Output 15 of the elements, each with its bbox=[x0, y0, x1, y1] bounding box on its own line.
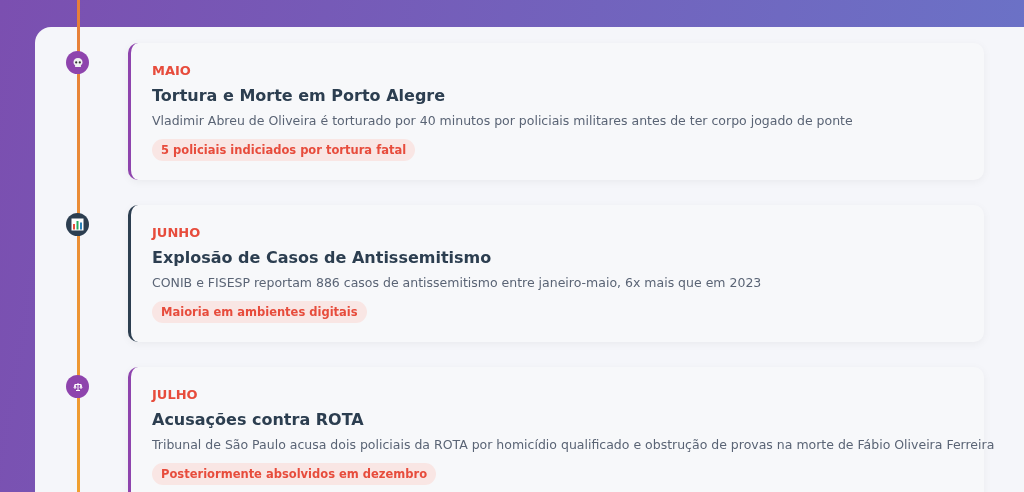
month-label: JULHO bbox=[152, 387, 198, 403]
month-label: MAIO bbox=[152, 63, 191, 79]
event-description: CONIB e FISESP reportam 886 casos de antissemitismo entre janeiro-maio, 6x mais que em 2023 bbox=[152, 274, 762, 292]
event-description: Tribunal de São Paulo acusa dois policiais da ROTA por homicídio qualificado e obstrução de provas na morte de Fábio Oliveira Ferreira bbox=[152, 436, 995, 454]
event-description: Vladimir Abreu de Oliveira é torturado por 40 minutos por policiais militares antes de ter corpo jogado de ponte bbox=[152, 112, 853, 130]
month-label: JUNHO bbox=[152, 225, 201, 241]
event-title: Tortura e Morte em Porto Alegre bbox=[152, 86, 446, 106]
bar-chart-icon bbox=[71, 218, 84, 231]
event-title: Explosão de Casos de Antissemitismo bbox=[152, 248, 492, 268]
event-tag: Posteriormente absolvidos em dezembro bbox=[152, 463, 437, 485]
skull-icon bbox=[71, 56, 84, 69]
event-tag: 5 policiais indiciados por tortura fatal bbox=[152, 139, 416, 161]
event-tag: Maioria em ambientes digitais bbox=[152, 301, 367, 323]
event-title: Acusações contra ROTA bbox=[152, 410, 364, 430]
scales-icon bbox=[72, 381, 83, 392]
